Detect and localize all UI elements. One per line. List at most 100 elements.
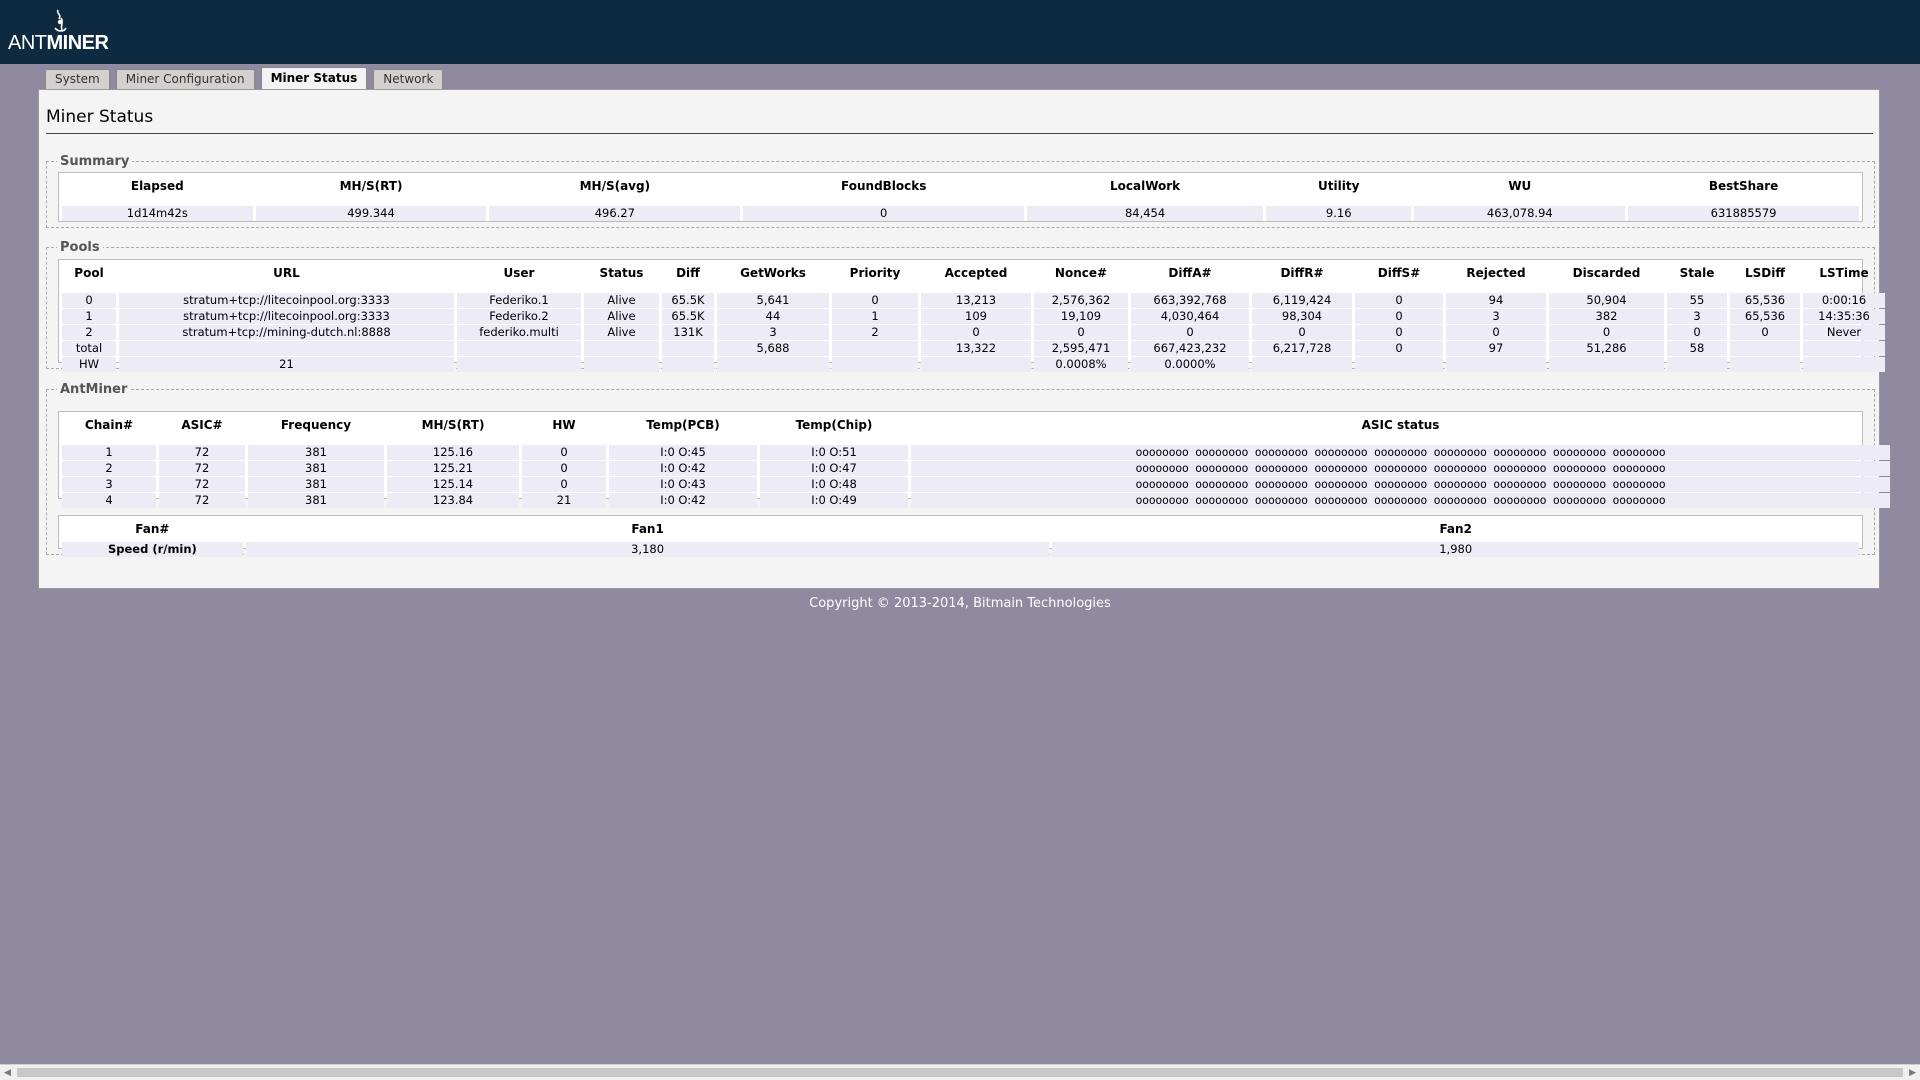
fan-speed-row: Speed (r/min) 3,180 1,980: [62, 542, 1859, 557]
pool-row-cell: 131K: [662, 325, 714, 340]
col-mhs-rt: MH/S(RT): [339, 179, 403, 193]
pool-row-cell: 19,109: [1034, 309, 1128, 324]
col-bestshare: BestShare: [1708, 179, 1779, 193]
main-panel: Miner Status Summary Elapsed MH/S(RT) MH…: [38, 89, 1890, 589]
pool-row-cell: [457, 341, 581, 356]
pools-col-header: DiffR#: [1280, 266, 1324, 280]
pools-col-header: URL: [273, 266, 300, 280]
pool-row-cell: 0: [1355, 325, 1443, 340]
pool-row-cell: 0: [832, 293, 918, 308]
tab-network[interactable]: Network: [373, 69, 444, 89]
chain-row-cell: 125.21: [387, 461, 519, 476]
summary-cell: 84,454: [1027, 206, 1263, 221]
antminer-legend: AntMiner: [60, 382, 128, 397]
pool-row: 2 stratum+tcp://mining-dutch.nl:8888 feder…: [62, 325, 1885, 340]
summary-cell: 499.344: [255, 206, 487, 221]
summary-table: Elapsed MH/S(RT) MH/S(avg) FoundBlocks L…: [59, 173, 1862, 222]
scroll-right-icon[interactable]: ▶: [1909, 1068, 1916, 1078]
pools-legend: Pools: [60, 240, 100, 255]
summary-cell: 631885579: [1628, 206, 1859, 221]
chains-col-header: Temp(Chip): [795, 418, 873, 432]
chain-row-cell: 0: [522, 461, 606, 476]
pools-col-header: DiffA#: [1168, 266, 1212, 280]
pool-row-cell: 51,286: [1549, 341, 1664, 356]
summary-cell: 9.16: [1265, 206, 1412, 221]
chain-row-cell: 381: [248, 493, 384, 508]
chain-row-cell: 1: [62, 445, 156, 460]
col-foundblocks: FoundBlocks: [841, 179, 927, 193]
pool-row-cell: 65,536: [1730, 309, 1800, 324]
pools-table: Pool URL User Status Diff GetWorks Priority Acc…: [59, 260, 1888, 373]
pool-row-cell: 3: [717, 325, 829, 340]
pool-row-cell: [1803, 357, 1885, 372]
summary-row: 1d14m42s 499.344 496.27 0 84,454 9.16 46…: [62, 206, 1859, 221]
pool-row-cell: 44: [717, 309, 829, 324]
chain-row: 4 72 381 123.84 21 I:0 O:42 I:0 O:49 oooooooo o…: [62, 493, 1890, 508]
col-fan-number: Fan#: [135, 522, 170, 536]
pool-row-cell: [1730, 357, 1800, 372]
pool-row-cell: 2: [62, 325, 116, 340]
pool-row-cell: [1549, 357, 1664, 372]
chain-row-cell: oooooooo oooooooo oooooooo oooooooo oooo…: [911, 445, 1890, 460]
summary-legend: Summary: [60, 154, 130, 169]
top-header: ANTMINER: [0, 0, 1920, 64]
pool-row-cell: 4,030,464: [1131, 309, 1249, 324]
pool-row-cell: 0: [1131, 325, 1249, 340]
pool-row-cell: 3: [1446, 309, 1546, 324]
tab-system[interactable]: System: [45, 69, 110, 89]
pool-row-cell: [1252, 357, 1352, 372]
pools-col-header: Pool: [74, 266, 104, 280]
page-title: Miner Status: [46, 107, 154, 127]
pool-row: 1 stratum+tcp://litecoinpool.org:3333 Fede…: [62, 309, 1885, 324]
brand-bold: MINER: [46, 32, 109, 54]
pool-row-cell: 58: [1667, 341, 1727, 356]
pool-row-cell: 667,423,232: [1131, 341, 1249, 356]
chain-row-cell: I:0 O:51: [760, 445, 908, 460]
pool-row-cell: [457, 357, 581, 372]
pool-row: total 5,688 13,322 2,595,471 667,423,232 6,21…: [62, 341, 1885, 356]
pool-row-cell: 0:00:16: [1803, 293, 1885, 308]
pool-row-cell: 21: [119, 357, 454, 372]
tab-miner-configuration[interactable]: Miner Configuration: [115, 69, 255, 89]
scroll-left-icon[interactable]: ◀: [4, 1068, 11, 1078]
fan1-speed: 3,180: [245, 542, 1050, 557]
chain-row-cell: I:0 O:45: [609, 445, 757, 460]
pool-row-cell: stratum+tcp://mining-dutch.nl:8888: [119, 325, 454, 340]
chain-row-cell: 125.14: [387, 477, 519, 492]
pools-col-header: LSTime: [1819, 266, 1869, 280]
chains-col-header: ASIC#: [181, 418, 223, 432]
pool-row-cell: 2: [832, 325, 918, 340]
pool-row-cell: 0: [1355, 341, 1443, 356]
chain-row-cell: 381: [248, 461, 384, 476]
tab-bar: System Miner Configuration Miner Status …: [45, 67, 444, 90]
chains-col-header: HW: [552, 418, 576, 432]
pool-row-cell: 0: [1355, 293, 1443, 308]
col-wu: WU: [1508, 179, 1532, 193]
chain-row-cell: 72: [159, 445, 245, 460]
pool-row-cell: 94: [1446, 293, 1546, 308]
chain-row-cell: 381: [248, 445, 384, 460]
pools-col-header: Diff: [676, 266, 700, 280]
summary-table-box: Elapsed MH/S(RT) MH/S(avg) FoundBlocks L…: [58, 172, 1863, 222]
pool-row-cell: 0: [1034, 325, 1128, 340]
pool-row-cell: [1355, 357, 1443, 372]
pool-row-cell: federiko.multi: [457, 325, 581, 340]
pools-col-header: Nonce#: [1054, 266, 1108, 280]
fan2-speed: 1,980: [1052, 542, 1859, 557]
pool-row-cell: [1667, 357, 1727, 372]
pool-row-cell: 65.5K: [662, 309, 714, 324]
chains-col-header: Temp(PCB): [646, 418, 720, 432]
pool-row-cell: Alive: [584, 325, 659, 340]
pool-row-cell: [662, 341, 714, 356]
pool-row-cell: 6,217,728: [1252, 341, 1352, 356]
summary-cell: 0: [743, 206, 1025, 221]
tab-miner-status[interactable]: Miner Status: [260, 67, 368, 89]
pool-row-cell: Alive: [584, 309, 659, 324]
pools-col-header: Accepted: [944, 266, 1008, 280]
pool-row-cell: 14:35:36: [1803, 309, 1885, 324]
pools-col-header: Stale: [1679, 266, 1715, 280]
pools-header-row: Pool URL User Status Diff GetWorks Priority Acc…: [62, 261, 1885, 285]
horizontal-scrollbar[interactable]: ◀ ▶: [0, 1064, 1920, 1080]
pools-col-header: Rejected: [1466, 266, 1526, 280]
scrollbar-thumb[interactable]: [17, 1068, 1903, 1077]
